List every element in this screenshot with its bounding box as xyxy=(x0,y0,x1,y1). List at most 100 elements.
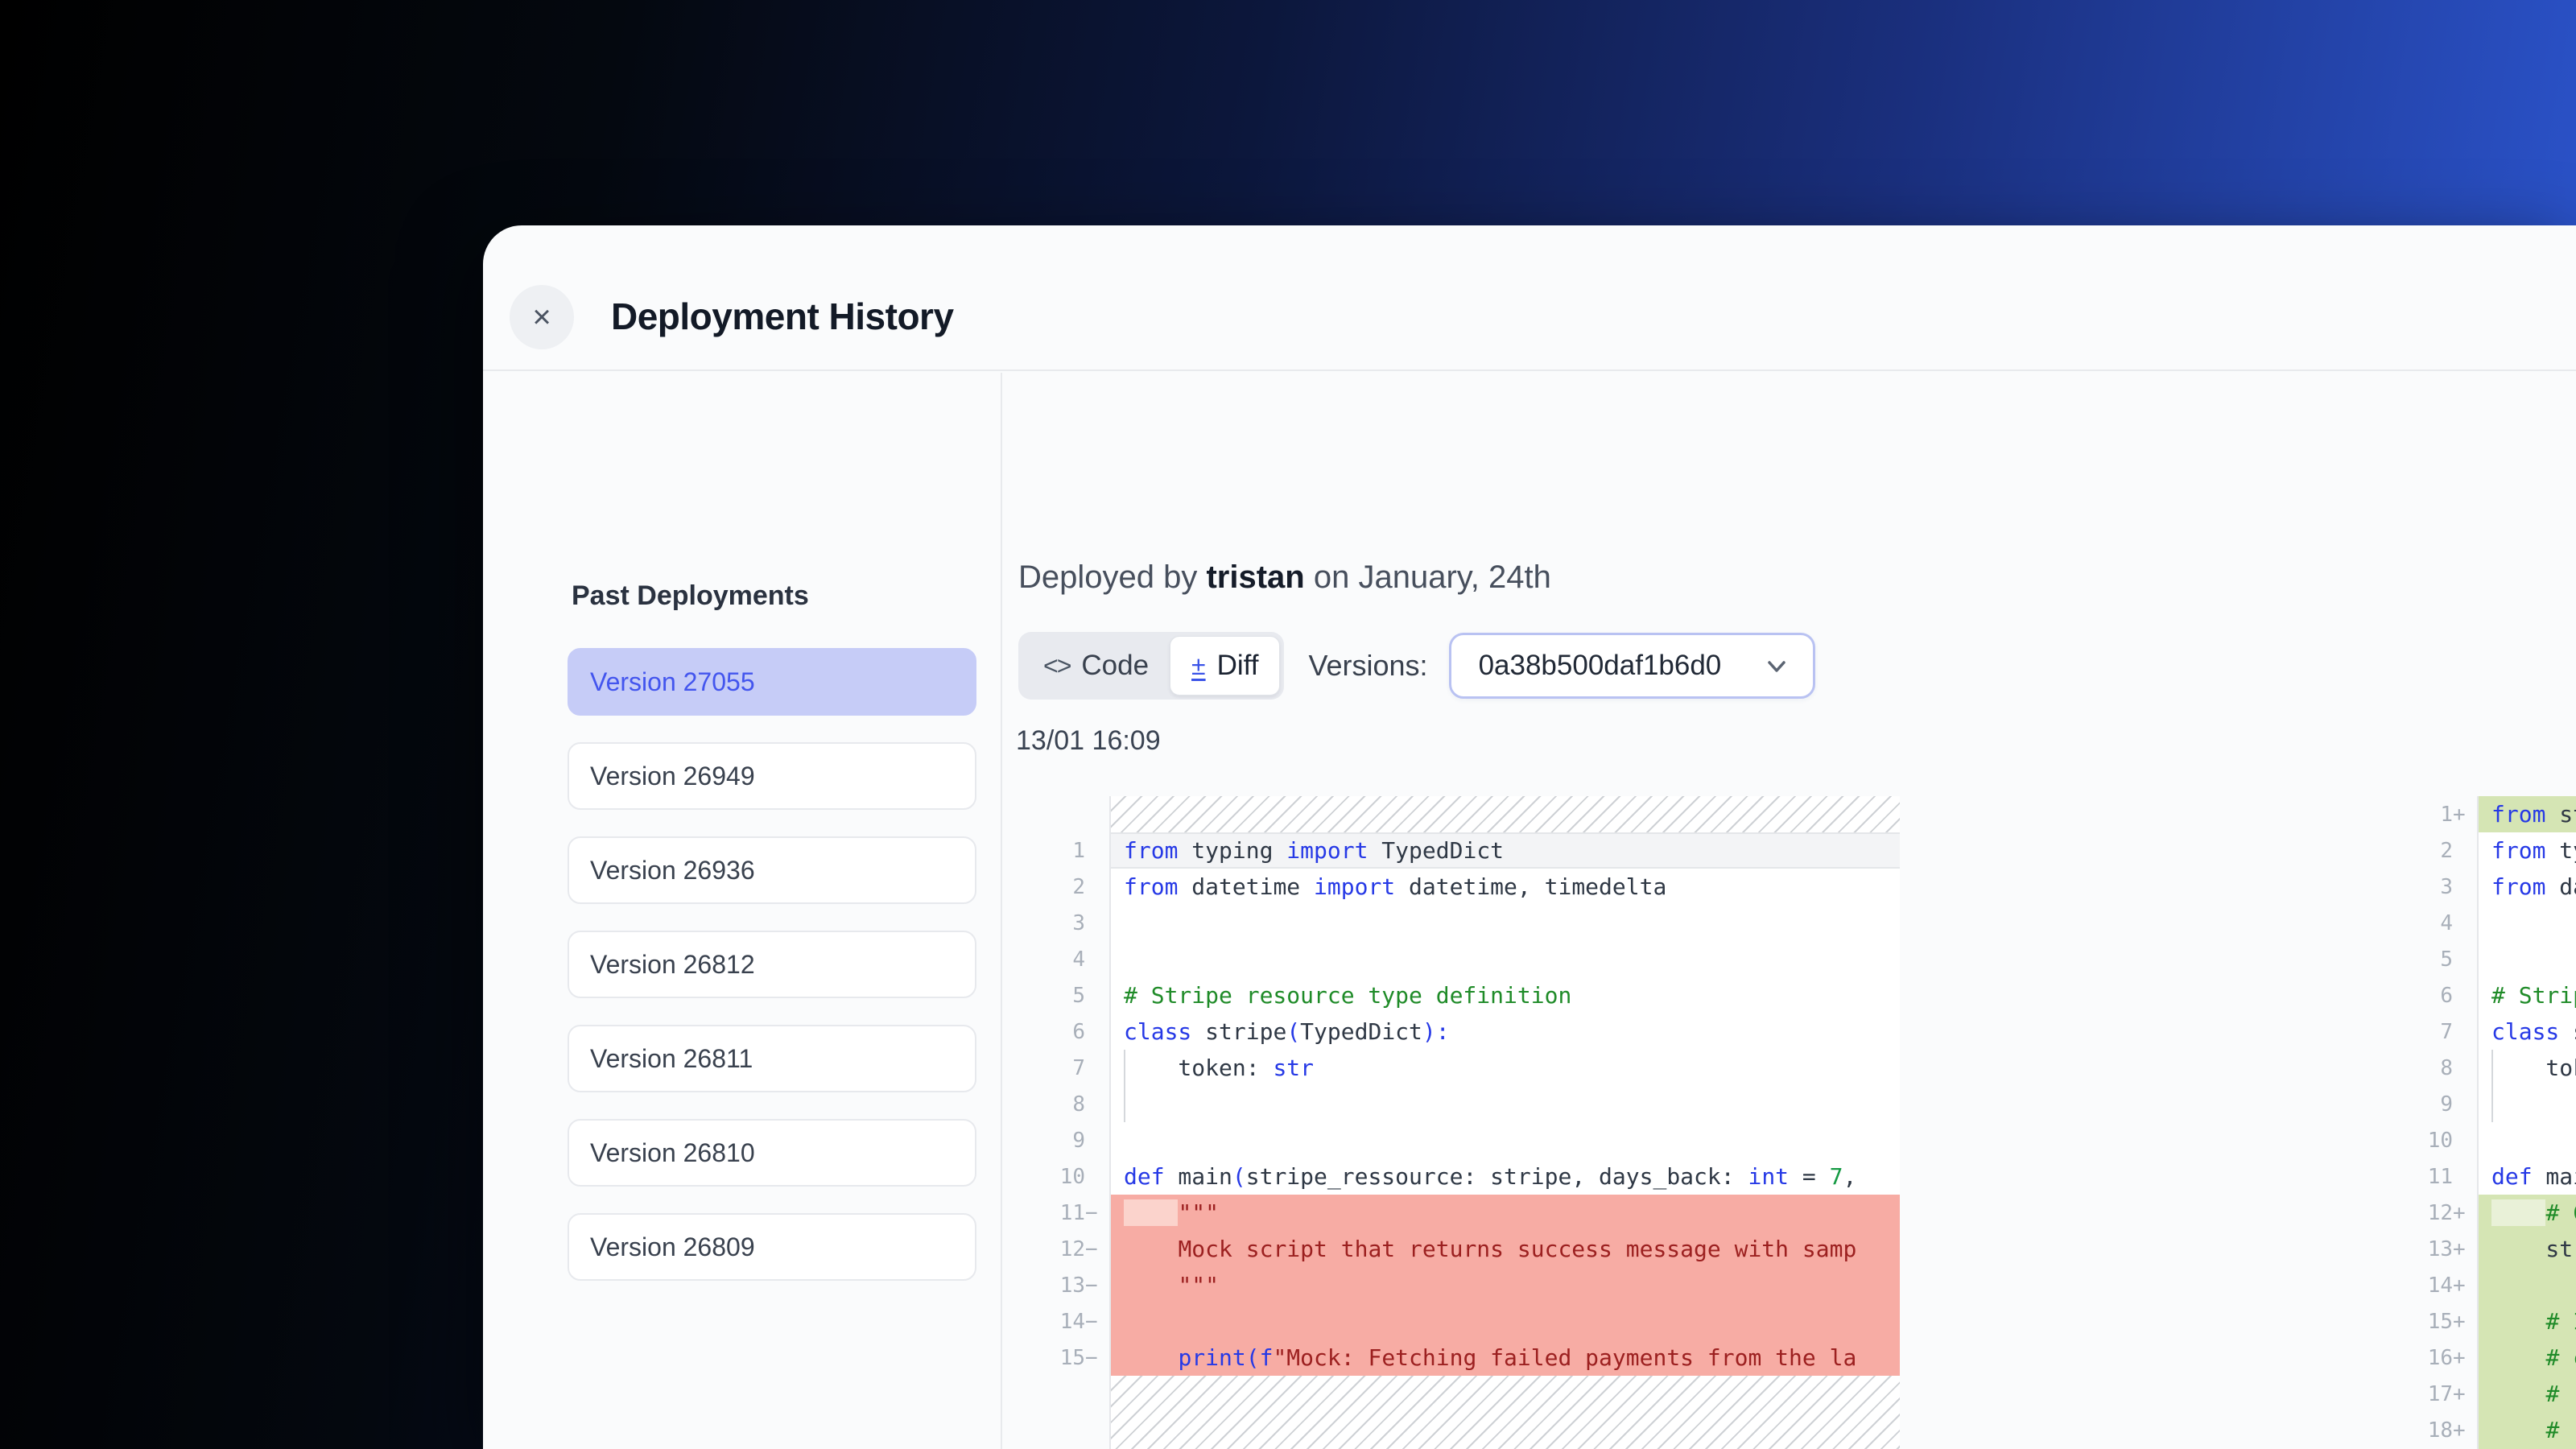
deployment-history-modal: × Deployment History Past Deployments Ve… xyxy=(483,225,2576,1449)
diff-row: 6# Stripe resource type definition xyxy=(2396,977,2576,1013)
deploy-user: tristan xyxy=(1206,559,1304,595)
line-number: 10 xyxy=(1018,1158,1109,1195)
line-number: 9 xyxy=(1018,1122,1109,1158)
line-number: 7 xyxy=(1018,1050,1109,1086)
code-line: # Configure Stripe SDK with the API xyxy=(2477,1195,2576,1231)
tab-diff[interactable]: ± Diff xyxy=(1170,636,1280,696)
code-line xyxy=(2477,1086,2576,1122)
version-item[interactable]: Version 26811 xyxy=(568,1025,976,1092)
close-button[interactable]: × xyxy=(510,285,574,349)
line-number: 6 xyxy=(2396,977,2477,1013)
diff-row: 9 xyxy=(2396,1086,2576,1122)
diff-row: 1+from stripe import stripe_ressource xyxy=(2396,796,2576,832)
diff-row: 2from datetime import datetime, timedelt… xyxy=(1018,869,1900,905)
code-line xyxy=(2477,1267,2576,1303)
diff-row: 3from datetime import datetime, timedelt… xyxy=(2396,869,2576,905)
line-number: 18+ xyxy=(2396,1412,2477,1448)
diff-row: 5# Stripe resource type definition xyxy=(1018,977,1900,1013)
diff-row: 11def main(stripe_ressource: stripe, day… xyxy=(2396,1158,2576,1195)
version-hash: 0a38b500daf1b6d0 xyxy=(1479,650,1722,682)
code-line: class stripe(TypedDict): xyxy=(2477,1013,2576,1050)
line-number: 8 xyxy=(2396,1050,2477,1086)
sidebar-heading: Past Deployments xyxy=(572,580,809,612)
line-number: 3 xyxy=(1018,905,1109,941)
diff-row: 16+ # charges = stripe_sdk.Charge.list( xyxy=(2396,1340,2576,1376)
chevron-down-icon xyxy=(1763,652,1790,679)
close-icon: × xyxy=(532,299,551,335)
line-number: 14+ xyxy=(2396,1267,2477,1303)
version-dropdown[interactable]: 0a38b500daf1b6d0 xyxy=(1449,633,1815,699)
diff-row: 12− Mock script that returns success mes… xyxy=(1018,1231,1900,1267)
line-number: 12− xyxy=(1018,1231,1109,1267)
diff-row: 7class stripe(TypedDict): xyxy=(2396,1013,2576,1050)
code-line: print(f"Mock: Fetching failed payments f… xyxy=(1109,1340,1900,1376)
line-number: 14− xyxy=(1018,1303,1109,1340)
code-tab-label: Code xyxy=(1081,650,1149,682)
line-number: 4 xyxy=(1018,941,1109,977)
code-line: from stripe import stripe_ressource xyxy=(2477,796,2576,832)
line-number: 13− xyxy=(1018,1267,1109,1303)
version-item[interactable]: Version 26936 xyxy=(568,836,976,904)
diff-pane-right[interactable]: 1+from stripe import stripe_ressource2fr… xyxy=(2396,796,2576,1449)
diff-row: 4 xyxy=(2396,905,2576,941)
code-line xyxy=(2477,941,2576,977)
code-line: # Stripe resource type definition xyxy=(1109,977,1900,1013)
diff-row: 1from typing import TypedDict xyxy=(1018,832,1900,869)
diff-row: 2from typing import TypedDict xyxy=(2396,832,2576,869)
code-line: # Stripe resource type definition xyxy=(2477,977,2576,1013)
diff-row: 6class stripe(TypedDict): xyxy=(1018,1013,1900,1050)
line-number: 2 xyxy=(2396,832,2477,869)
line-number: 1+ xyxy=(2396,796,2477,832)
diff-row: 13+ stripe_sdk.api_key = stripe_ressourc xyxy=(2396,1231,2576,1267)
line-number: 5 xyxy=(2396,941,2477,977)
diff-row: 11− """ xyxy=(1018,1195,1900,1231)
deploy-line: Deployed by tristan on January, 24th xyxy=(1018,559,1551,596)
modal-header: × Deployment History xyxy=(483,225,2576,371)
line-number: 10 xyxy=(2396,1122,2477,1158)
tab-code[interactable]: <> Code xyxy=(1022,636,1170,696)
code-line xyxy=(1109,1122,1900,1158)
code-line xyxy=(1109,905,1900,941)
diff-row: 18+ # created={"gte": int((datetime. xyxy=(2396,1412,2576,1448)
diff-row: 5 xyxy=(2396,941,2576,977)
diff-row: 14− xyxy=(1018,1303,1900,1340)
code-line: from datetime import datetime, timedelta xyxy=(1109,869,1900,905)
code-line xyxy=(1109,941,1900,977)
line-number: 17+ xyxy=(2396,1376,2477,1412)
diff-row: 14+ xyxy=(2396,1267,2576,1303)
diff-row: 10def main(stripe_ressource: stripe, day… xyxy=(1018,1158,1900,1195)
diff-row: 4 xyxy=(1018,941,1900,977)
code-line: from datetime import datetime, timedelta xyxy=(2477,869,2576,905)
line-number: 11 xyxy=(2396,1158,2477,1195)
version-item[interactable]: Version 26949 xyxy=(568,742,976,810)
diff-row: 15+ # In a real implementation, you woul xyxy=(2396,1303,2576,1340)
diff-row: 13− """ xyxy=(1018,1267,1900,1303)
diff-row: 15− print(f"Mock: Fetching failed paymen… xyxy=(1018,1340,1900,1376)
line-number: 1 xyxy=(1018,832,1109,869)
code-line: stripe_sdk.api_key = stripe_ressourc xyxy=(2477,1231,2576,1267)
line-number: 15+ xyxy=(2396,1303,2477,1340)
diff-pane-left[interactable]: 1from typing import TypedDict2from datet… xyxy=(1018,796,1900,1449)
version-item[interactable]: Version 27055 xyxy=(568,648,976,716)
line-number: 11− xyxy=(1018,1195,1109,1231)
line-number: 12+ xyxy=(2396,1195,2477,1231)
line-number: 15− xyxy=(1018,1340,1109,1376)
diff-row: 8 token: str xyxy=(2396,1050,2576,1086)
line-number: 13+ xyxy=(2396,1231,2477,1267)
code-line xyxy=(2477,905,2576,941)
code-line: token: str xyxy=(2477,1050,2576,1086)
version-item[interactable]: Version 26812 xyxy=(568,931,976,998)
line-number: 8 xyxy=(1018,1086,1109,1122)
view-toggle: <> Code ± Diff xyxy=(1018,632,1284,700)
version-item[interactable]: Version 26809 xyxy=(568,1213,976,1281)
line-number: 5 xyxy=(1018,977,1109,1013)
diff-row xyxy=(1018,796,1900,832)
code-line: Mock script that returns success message… xyxy=(1109,1231,1900,1267)
diff-row xyxy=(1018,1376,1900,1449)
plus-minus-icon: ± xyxy=(1191,651,1206,681)
code-line: def main(stripe_ressource: stripe, days_… xyxy=(1109,1158,1900,1195)
version-item[interactable]: Version 26810 xyxy=(568,1119,976,1187)
collapsed-region-hatch xyxy=(1109,796,1900,832)
code-line: # charges = stripe_sdk.Charge.list( xyxy=(2477,1340,2576,1376)
code-line: # In a real implementation, you woul xyxy=(2477,1303,2576,1340)
